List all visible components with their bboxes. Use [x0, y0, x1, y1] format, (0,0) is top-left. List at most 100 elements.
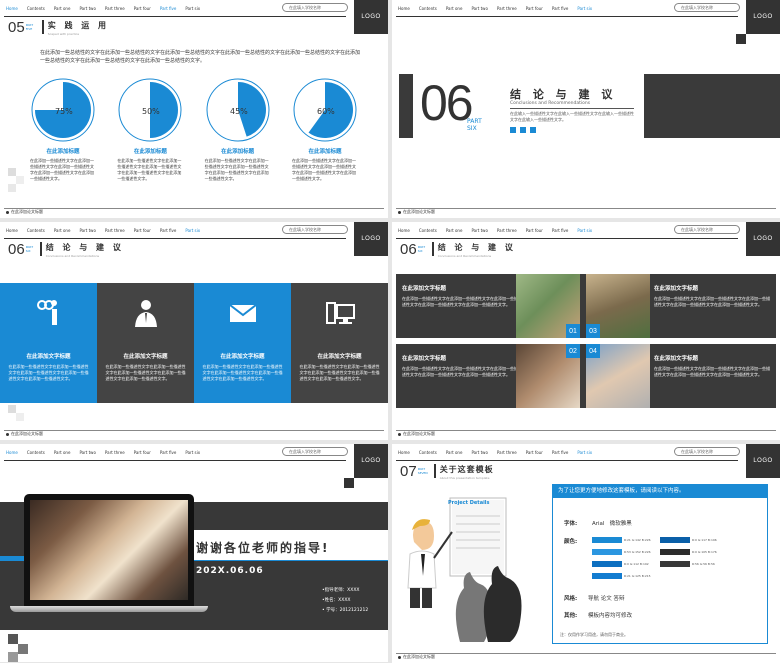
info-title: 在此添加文字标题	[654, 286, 699, 292]
nav-part-five[interactable]: Part five	[160, 228, 177, 236]
search-input[interactable]: 在此填入学校名称	[674, 447, 740, 456]
nav-home[interactable]: Home	[6, 450, 18, 458]
name-line: •姓名：XXXX	[322, 598, 351, 603]
nav-part-four[interactable]: Part four	[526, 228, 543, 236]
info-title: 在此添加文字标题	[402, 286, 447, 292]
nav-part-two[interactable]: Part two	[79, 450, 95, 458]
footer-divider	[396, 430, 776, 431]
nav-part-five[interactable]: Part five	[552, 228, 569, 236]
nav-divider	[4, 16, 346, 17]
nav-home[interactable]: Home	[398, 450, 410, 458]
nav-part-four[interactable]: Part four	[134, 6, 151, 14]
slide-section-06-cover[interactable]: Home Contents Part one Part two Part thr…	[392, 0, 780, 218]
photo-students-group	[30, 500, 188, 600]
nav-part-one[interactable]: Part one	[446, 450, 463, 458]
slide-photo-grid[interactable]: Home Contents Part one Part two Part thr…	[392, 222, 780, 440]
search-input[interactable]: 在此填入学校名称	[282, 3, 348, 12]
nav-home[interactable]: Home	[6, 228, 18, 236]
info-banner: 为了让您更方便地修改这套模板，请阅读以下内容。	[552, 484, 768, 498]
board-title: Project Details	[448, 500, 490, 506]
nav-part-one[interactable]: Part one	[54, 228, 71, 236]
nav-part-six[interactable]: Part six	[185, 450, 200, 458]
nav-divider	[4, 460, 346, 461]
nav-part-six[interactable]: Part six	[185, 228, 200, 236]
nav-part-three[interactable]: Part three	[497, 450, 517, 458]
feature-panel[interactable]: 在此添加文字标题 在此添加一些描述性文字在此添加一些描述性文字在此添加一些描述性…	[194, 283, 291, 403]
search-input[interactable]: 在此填入学校名称	[674, 225, 740, 234]
nav-contents[interactable]: Contents	[419, 6, 437, 14]
nav-part-six[interactable]: Part six	[577, 450, 592, 458]
feature-panel[interactable]: 在此添加文字标题 在此添加一些描述性文字在此添加一些描述性文字在此添加一些描述性…	[97, 283, 194, 403]
nav-part-four[interactable]: Part four	[134, 450, 151, 458]
logo: LOGO	[746, 222, 780, 256]
search-input[interactable]: 在此填入学校名称	[674, 3, 740, 12]
color-code: R:56 G:56 B:56	[692, 562, 715, 566]
nav-part-one[interactable]: Part one	[446, 228, 463, 236]
nav-part-one[interactable]: Part one	[446, 6, 463, 14]
slide-about-template[interactable]: Home Contents Part one Part two Part thr…	[392, 444, 780, 663]
search-input[interactable]: 在此填入学校名称	[282, 447, 348, 456]
pie-chart-row: 75% 在此添加标题 在此添加一些描述性文字在此添加一些描述性文字在此添加一些描述性…	[24, 78, 364, 182]
section-description: 在此输入一些描述性文字在此输入一些描述性文字在此输入一些描述性文字在此输入一些描…	[510, 111, 634, 122]
nav-part-two[interactable]: Part two	[79, 228, 95, 236]
nav-part-two[interactable]: Part two	[79, 6, 95, 14]
nav-part-two[interactable]: Part two	[471, 450, 487, 458]
nav-part-four[interactable]: Part four	[134, 228, 151, 236]
feature-panels: 在此添加文字标题 在此添加一些描述性文字在此添加一些描述性文字在此添加一些描述性…	[0, 283, 388, 403]
footer: 在此添加论文标题	[6, 431, 43, 437]
logo: LOGO	[746, 0, 780, 34]
search-input[interactable]: 在此填入学校名称	[282, 225, 348, 234]
presenter-cats-illustration	[407, 497, 522, 642]
nav-part-one[interactable]: Part one	[54, 6, 71, 14]
slide-thanks[interactable]: Home Contents Part one Part two Part thr…	[0, 444, 388, 662]
nav-part-six[interactable]: Part six	[577, 228, 592, 236]
info-block[interactable]: 在此添加文字标题 在此添加一些描述性文字在此添加一些描述性文字在此添加一些描述性…	[654, 284, 770, 308]
nav-part-five[interactable]: Part five	[160, 6, 177, 14]
nav-contents[interactable]: Contents	[419, 228, 437, 236]
nav-part-three[interactable]: Part three	[497, 6, 517, 14]
nav-home[interactable]: Home	[6, 6, 18, 14]
pie-item: 50% 在此添加标题 在此添加一些描述性文字在此添加一些描述性文字在此添加一些描述性…	[111, 78, 189, 182]
nav-part-five[interactable]: Part five	[160, 450, 177, 458]
nav-part-one[interactable]: Part one	[54, 450, 71, 458]
info-block[interactable]: 在此添加文字标题 在此添加一些描述性文字在此添加一些描述性文字在此添加一些描述性…	[654, 354, 770, 378]
computer-icon	[325, 302, 355, 324]
section-bar	[39, 242, 42, 256]
panel-title: 在此添加文字标题	[220, 354, 265, 360]
pie-chart: 50%	[118, 78, 182, 142]
info-block[interactable]: 在此添加文字标题 在此添加一些描述性文字在此添加一些描述性文字在此添加一些描述性…	[402, 284, 518, 308]
pie-chart: 45%	[206, 78, 270, 142]
nav-home[interactable]: Home	[398, 6, 410, 14]
color-swatch	[592, 537, 622, 543]
pie-item: 45% 在此添加标题 在此添加一些描述性文字在此添加一些描述性文字在此添加一些描述性…	[199, 78, 277, 182]
nav-part-three[interactable]: Part three	[497, 228, 517, 236]
color-code: R:0 G:105 B:176	[692, 550, 717, 554]
nav-contents[interactable]: Contents	[27, 450, 45, 458]
section-header: 06 PART SIX 结 论 与 建 议 Conclusions and Re…	[400, 242, 516, 258]
nav-contents[interactable]: Contents	[419, 450, 437, 458]
slide-four-panels[interactable]: Home Contents Part one Part two Part thr…	[0, 222, 388, 440]
nav-part-three[interactable]: Part three	[105, 228, 125, 236]
nav-part-two[interactable]: Part two	[471, 6, 487, 14]
nav-part-three[interactable]: Part three	[105, 6, 125, 14]
slide-practice[interactable]: Home Contents Part one Part two Part thr…	[0, 0, 388, 218]
nav-part-three[interactable]: Part three	[105, 450, 125, 458]
nav-part-two[interactable]: Part two	[471, 228, 487, 236]
feature-panel[interactable]: 在此添加文字标题 在此添加一些描述性文字在此添加一些描述性文字在此添加一些描述性…	[0, 283, 97, 403]
nav-part-five[interactable]: Part five	[552, 6, 569, 14]
nav-contents[interactable]: Contents	[27, 228, 45, 236]
nav-home[interactable]: Home	[398, 228, 410, 236]
info-block[interactable]: 在此添加文字标题 在此添加一些描述性文字在此添加一些描述性文字在此添加一些描述性…	[402, 354, 518, 378]
nav-part-six[interactable]: Part six	[577, 6, 592, 14]
nav-part-five[interactable]: Part five	[552, 450, 569, 458]
feature-panel[interactable]: 在此添加文字标题 在此添加一些描述性文字在此添加一些描述性文字在此添加一些描述性…	[291, 283, 388, 403]
handshake-icon	[36, 300, 57, 325]
color-swatch	[592, 549, 622, 555]
footer: 在此添加论文标题	[398, 654, 435, 660]
nav-part-four[interactable]: Part four	[526, 450, 543, 458]
nav-contents[interactable]: Contents	[27, 6, 45, 14]
pie-description: 在此添加一些描述性文字在此添加一些描述性文字在此添加一些描述性文字在此添加一些描…	[204, 158, 269, 181]
nav-part-six[interactable]: Part six	[185, 6, 200, 14]
footer-divider	[4, 208, 384, 209]
nav-part-four[interactable]: Part four	[526, 6, 543, 14]
